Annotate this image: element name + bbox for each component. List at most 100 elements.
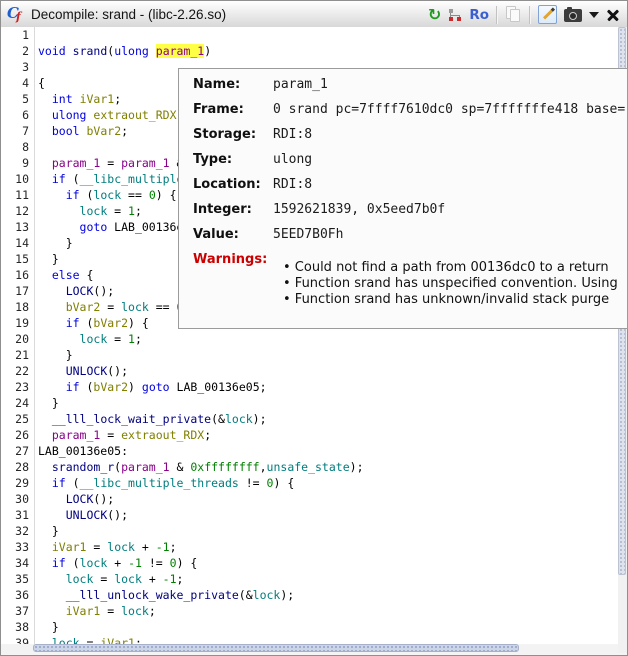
- line-number: 2: [1, 43, 35, 59]
- line-number: 8: [1, 139, 35, 155]
- line-number: 9: [1, 155, 35, 171]
- code-line[interactable]: 27LAB_00136e05:: [1, 443, 618, 459]
- tooltip-row: Type:ulong: [179, 151, 627, 176]
- code-line[interactable]: 32 }: [1, 523, 618, 539]
- tooltip-rows: Name:param_1Frame:0 srand pc=7ffff7610dc…: [179, 76, 627, 251]
- pencil-icon: [538, 5, 557, 24]
- code-line[interactable]: 1: [1, 27, 618, 43]
- horizontal-scrollbar[interactable]: [1, 644, 618, 653]
- line-number: 34: [1, 555, 35, 571]
- horizontal-scrollbar-thumb[interactable]: [33, 644, 519, 652]
- code-line[interactable]: 34 if (lock + -1 != 0) {: [1, 555, 618, 571]
- code-line[interactable]: 28 srandom_r(param_1 & 0xffffffff,unsafe…: [1, 459, 618, 475]
- line-number: 29: [1, 475, 35, 491]
- line-number: 3: [1, 59, 35, 75]
- line-number: 27: [1, 443, 35, 459]
- line-number: 21: [1, 347, 35, 363]
- line-number: 32: [1, 523, 35, 539]
- line-number: 31: [1, 507, 35, 523]
- graph-icon: [448, 8, 462, 22]
- code-line[interactable]: 35 lock = lock + -1;: [1, 571, 618, 587]
- code-line[interactable]: 26 param_1 = extraout_RDX;: [1, 427, 618, 443]
- line-number: 13: [1, 219, 35, 235]
- line-number: 16: [1, 267, 35, 283]
- toolbar-separator: [529, 6, 531, 24]
- line-number: 5: [1, 91, 35, 107]
- close-icon: [606, 8, 620, 22]
- line-number: 22: [1, 363, 35, 379]
- copy-button[interactable]: [505, 5, 522, 25]
- camera-icon: [564, 9, 582, 22]
- refresh-button[interactable]: ↻: [428, 5, 441, 25]
- code-line[interactable]: 21 }: [1, 347, 618, 363]
- line-number: 23: [1, 379, 35, 395]
- line-number: 20: [1, 331, 35, 347]
- line-number: 1: [1, 27, 35, 43]
- window-title: Decompile: srand - (libc-2.26.so): [31, 7, 226, 22]
- code-line[interactable]: 24 }: [1, 395, 618, 411]
- tooltip-warnings: Warnings: • Could not find a path from 0…: [179, 251, 627, 308]
- graph-view-button[interactable]: [448, 5, 462, 25]
- line-number: 10: [1, 171, 35, 187]
- scrollbar-corner: [618, 644, 627, 653]
- code-line[interactable]: 2void srand(ulong param_1): [1, 43, 618, 59]
- toolbar: ↻ Ro: [428, 2, 620, 27]
- tooltip-row: Frame:0 srand pc=7ffff7610dc0 sp=7ffffff…: [179, 101, 627, 126]
- reorder-button[interactable]: Ro: [469, 5, 489, 25]
- toolbar-separator: [496, 6, 498, 24]
- line-number: 6: [1, 107, 35, 123]
- tooltip-row: Value:5EED7B0Fh: [179, 226, 627, 251]
- line-number: 11: [1, 187, 35, 203]
- variable-tooltip: Name:param_1Frame:0 srand pc=7ffff7610dc…: [178, 68, 628, 329]
- code-line[interactable]: 33 iVar1 = lock + -1;: [1, 539, 618, 555]
- line-number: 35: [1, 571, 35, 587]
- line-number: 14: [1, 235, 35, 251]
- code-line[interactable]: 29 if (__libc_multiple_threads != 0) {: [1, 475, 618, 491]
- line-number: 15: [1, 251, 35, 267]
- line-number: 4: [1, 75, 35, 91]
- warning-item: • Could not find a path from 00136dc0 to…: [283, 260, 618, 276]
- line-number: 38: [1, 619, 35, 635]
- edit-button[interactable]: [538, 5, 557, 25]
- code-line[interactable]: 22 UNLOCK();: [1, 363, 618, 379]
- line-number: 25: [1, 411, 35, 427]
- code-line[interactable]: 23 if (bVar2) goto LAB_00136e05;: [1, 379, 618, 395]
- warnings-label: Warnings:: [193, 251, 283, 308]
- code-line[interactable]: 20 lock = 1;: [1, 331, 618, 347]
- close-button[interactable]: [606, 5, 620, 25]
- line-number: 30: [1, 491, 35, 507]
- code-line[interactable]: 39 lock = iVar1;: [1, 635, 618, 644]
- chevron-down-icon: [589, 12, 599, 18]
- warning-list: • Could not find a path from 00136dc0 to…: [283, 260, 618, 308]
- line-number: 12: [1, 203, 35, 219]
- reorder-icon: Ro: [469, 7, 489, 23]
- line-number: 33: [1, 539, 35, 555]
- line-number: 19: [1, 315, 35, 331]
- line-number: 26: [1, 427, 35, 443]
- line-number: 39: [1, 635, 35, 644]
- code-line[interactable]: 38 }: [1, 619, 618, 635]
- code-line[interactable]: 37 iVar1 = lock;: [1, 603, 618, 619]
- line-number: 36: [1, 587, 35, 603]
- code-line[interactable]: 31 UNLOCK();: [1, 507, 618, 523]
- tooltip-row: Integer:1592621839, 0x5eed7b0f: [179, 201, 627, 226]
- highlighted-token: param_1: [156, 44, 204, 58]
- code-line[interactable]: 30 LOCK();: [1, 491, 618, 507]
- title-bar: C f Decompile: srand - (libc-2.26.so) ↻ …: [1, 1, 627, 28]
- decompile-window: C f Decompile: srand - (libc-2.26.so) ↻ …: [0, 0, 628, 656]
- code-line[interactable]: 25 __lll_lock_wait_private(&lock);: [1, 411, 618, 427]
- code-line[interactable]: 36 __lll_unlock_wake_private(&lock);: [1, 587, 618, 603]
- line-number: 18: [1, 299, 35, 315]
- line-number: 17: [1, 283, 35, 299]
- window-bottom-edge: [1, 653, 627, 655]
- tooltip-row: Storage:RDI:8: [179, 126, 627, 151]
- line-number: 24: [1, 395, 35, 411]
- line-number: 37: [1, 603, 35, 619]
- line-number: 28: [1, 459, 35, 475]
- menu-dropdown-button[interactable]: [589, 5, 599, 25]
- tooltip-row: Name:param_1: [179, 76, 627, 101]
- warning-item: • Function srand has unspecified convent…: [283, 276, 618, 292]
- line-number: 7: [1, 123, 35, 139]
- warning-item: • Function srand has unknown/invalid sta…: [283, 292, 618, 308]
- snapshot-button[interactable]: [564, 5, 582, 25]
